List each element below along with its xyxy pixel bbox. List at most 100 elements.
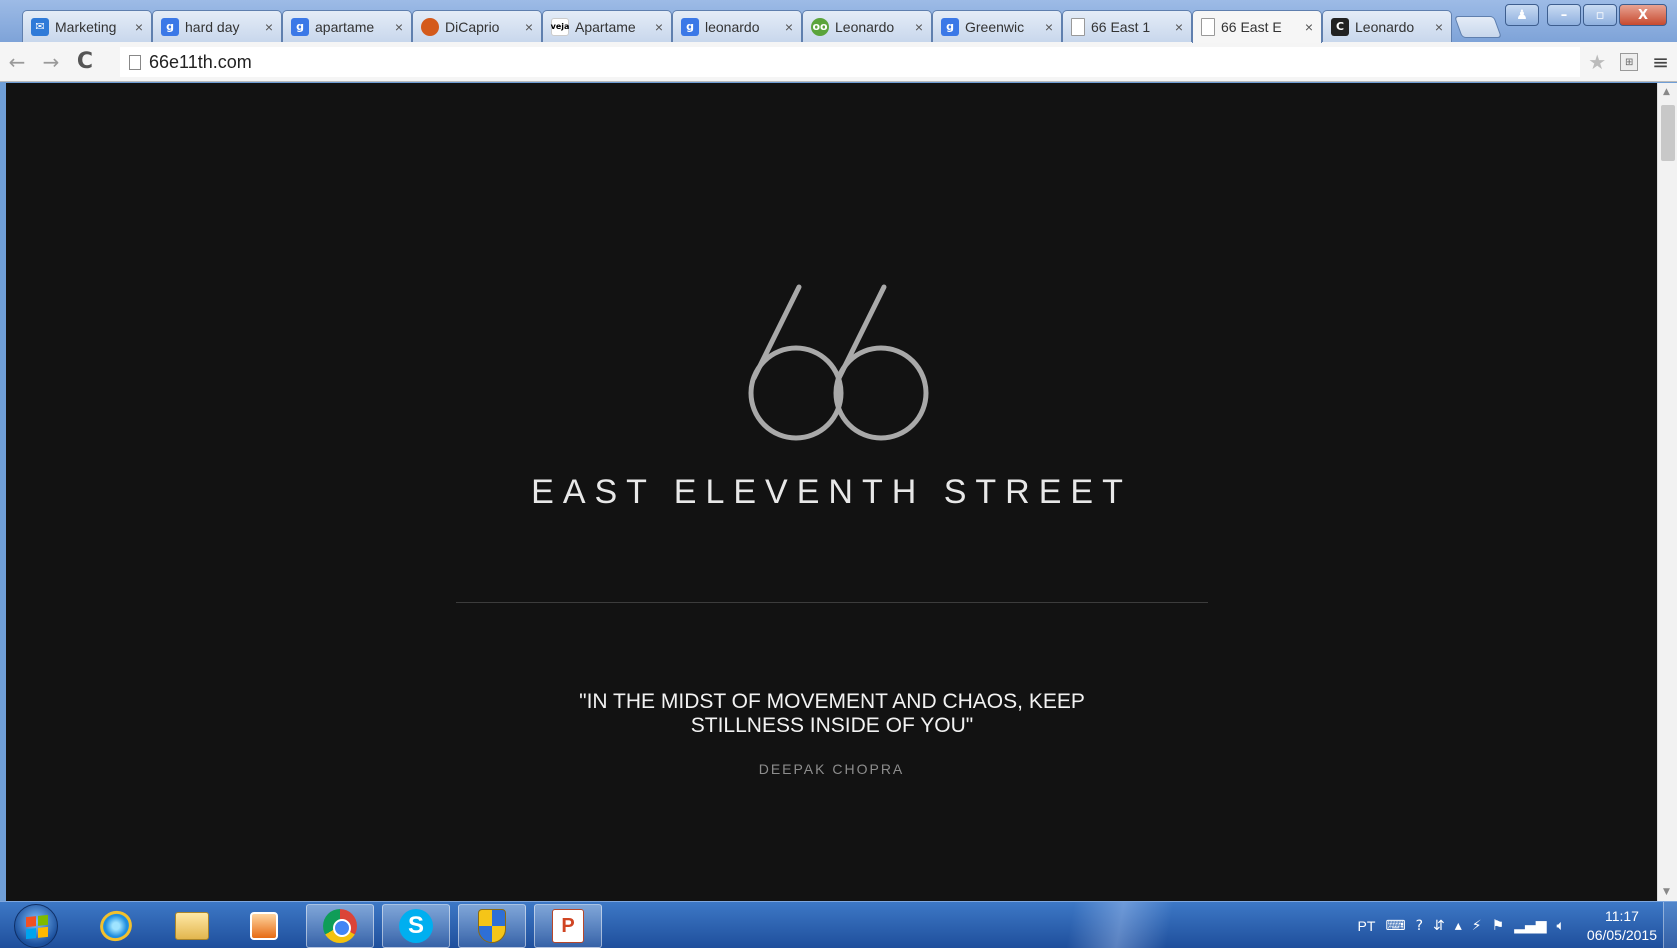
tab-title: Leonardo	[1355, 18, 1415, 35]
vertical-scrollbar[interactable]: ▲ ▼	[1657, 83, 1677, 901]
windows-logo-icon	[26, 914, 48, 940]
maximize-button[interactable]: ▫	[1583, 4, 1617, 26]
google-icon: g	[291, 17, 309, 36]
minimize-button[interactable]: –	[1547, 4, 1581, 26]
tab-leonardo-curbed[interactable]: C Leonardo ×	[1322, 10, 1452, 42]
user-profile-button[interactable]: ♟	[1505, 4, 1539, 26]
user-icon: ♟	[1516, 7, 1528, 23]
taskbar-skype[interactable]: S	[382, 904, 450, 948]
toolbar-actions: ★ ⊞ ≡	[1588, 50, 1669, 74]
clock-time: 11:17	[1604, 907, 1639, 924]
veja-icon: veja	[551, 17, 569, 36]
windows-taskbar: S P PT ⌨ ? ⇵ ▴ ⚡ ⚑ ▂▄▆ 🔈︎ 11:17 06/05/20…	[0, 901, 1677, 948]
tab-strip: ✉ Marketing × g hard day × g apartame × …	[22, 10, 1503, 43]
quote: "IN THE MIDST OF MOVEMENT AND CHAOS, KEE…	[506, 690, 1158, 738]
tab-close-button[interactable]: ×	[915, 19, 923, 35]
url-text[interactable]: 66e11th.com	[149, 52, 252, 73]
tab-title: hard day	[185, 18, 240, 35]
show-desktop-button[interactable]	[1663, 902, 1677, 948]
tab-title: 66 East E	[1221, 19, 1282, 35]
tab-close-button[interactable]: ×	[525, 19, 533, 35]
power-icon[interactable]: ⚡	[1472, 918, 1482, 934]
scroll-down-arrow-icon[interactable]: ▼	[1663, 887, 1670, 897]
taskbar-powerpoint[interactable]: P	[534, 904, 602, 948]
tab-leonardo-search[interactable]: g leonardo ×	[672, 10, 802, 42]
tab-title: Apartame	[575, 18, 636, 35]
signal-icon[interactable]: ▂▄▆	[1514, 918, 1546, 934]
tab-veja-apartame[interactable]: veja Apartame ×	[542, 10, 672, 42]
bookmark-star-icon[interactable]: ★	[1588, 50, 1606, 74]
tab-close-button[interactable]: ×	[265, 19, 273, 35]
language-indicator[interactable]: PT	[1357, 918, 1375, 934]
tab-greenwich[interactable]: g Greenwic ×	[932, 10, 1062, 42]
clock-date: 06/05/2015	[1586, 926, 1657, 943]
taskbar-internet-explorer[interactable]	[82, 904, 150, 948]
tab-close-button[interactable]: ×	[785, 19, 793, 35]
forward-button[interactable]: →	[34, 47, 68, 77]
google-icon: g	[941, 17, 959, 36]
quote-author: DEEPAK CHOPRA	[758, 761, 905, 777]
tab-close-button[interactable]: ×	[1435, 19, 1443, 35]
owl-icon: oo	[811, 17, 829, 36]
tab-close-button[interactable]: ×	[1045, 19, 1053, 35]
page-viewport: EAST ELEVENTH STREET "IN THE MIDST OF MO…	[6, 83, 1657, 901]
taskbar-file-explorer[interactable]	[158, 904, 226, 948]
divider	[456, 602, 1208, 603]
tab-title: 66 East 1	[1091, 18, 1151, 35]
tab-title: DiCaprio	[445, 18, 500, 35]
volume-icon[interactable]: 🔈︎	[1557, 918, 1565, 934]
chrome-menu-icon[interactable]: ≡	[1652, 50, 1669, 74]
keyboard-icon[interactable]: ⌨	[1385, 918, 1405, 934]
tab-marketing[interactable]: ✉ Marketing ×	[22, 10, 152, 42]
address-bar[interactable]: 66e11th.com	[120, 47, 1580, 77]
tab-hard-day[interactable]: g hard day ×	[152, 10, 282, 42]
dicaprio-site-icon	[421, 17, 439, 36]
page-icon	[1201, 18, 1215, 36]
clock[interactable]: 11:17 06/05/2015	[1587, 907, 1657, 945]
google-icon: g	[681, 17, 699, 36]
new-tab-button[interactable]	[1453, 16, 1503, 38]
tab-apartame[interactable]: g apartame ×	[282, 10, 412, 42]
skype-icon: S	[399, 909, 433, 943]
close-window-button[interactable]: X	[1619, 4, 1667, 26]
window-controls: ♟ – ▫ X	[1505, 4, 1667, 26]
translate-extension-icon[interactable]: ⊞	[1620, 53, 1639, 71]
action-center-flag-icon[interactable]: ⚑	[1492, 918, 1505, 934]
quote-line-1: "IN THE MIDST OF MOVEMENT AND CHAOS, KEE…	[579, 690, 1085, 713]
internet-explorer-icon	[95, 906, 137, 946]
tab-66-east-eleventh-active[interactable]: 66 East E ×	[1192, 10, 1322, 43]
back-button[interactable]: ←	[0, 47, 34, 77]
tab-close-button[interactable]: ×	[655, 19, 663, 35]
taskbar-security[interactable]	[458, 904, 526, 948]
help-icon[interactable]: ?	[1416, 918, 1423, 934]
scroll-thumb[interactable]	[1661, 105, 1675, 161]
shield-icon	[478, 909, 506, 943]
scroll-up-arrow-icon[interactable]: ▲	[1663, 87, 1670, 97]
logo-six-right-stem	[836, 284, 887, 381]
reload-button[interactable]: C	[68, 47, 102, 77]
start-button[interactable]	[14, 904, 58, 948]
tab-leonardo-owl[interactable]: oo Leonardo ×	[802, 10, 932, 42]
media-player-icon	[250, 912, 278, 940]
tab-66-east-11[interactable]: 66 East 1 ×	[1062, 10, 1192, 42]
show-hidden-icons-icon[interactable]: ▴	[1455, 918, 1462, 934]
mail-icon: ✉	[31, 17, 49, 36]
tab-title: leonardo	[705, 18, 760, 35]
curbed-icon: C	[1331, 17, 1349, 36]
folder-icon	[175, 912, 209, 940]
taskbar-chrome[interactable]	[306, 904, 374, 948]
quote-line-2: STILLNESS INSIDE OF YOU"	[690, 714, 974, 737]
system-tray: PT ⌨ ? ⇵ ▴ ⚡ ⚑ ▂▄▆ 🔈︎ 11:17 06/05/2015	[1357, 902, 1657, 948]
tab-close-button[interactable]: ×	[135, 19, 143, 35]
tab-close-button[interactable]: ×	[1175, 19, 1183, 35]
chrome-icon	[323, 909, 357, 943]
network-adapter-icon[interactable]: ⇵	[1433, 918, 1445, 934]
taskbar-media-player[interactable]	[230, 904, 298, 948]
browser-toolbar: ← → C 66e11th.com ★ ⊞ ≡	[0, 42, 1677, 82]
tab-close-button[interactable]: ×	[395, 19, 403, 35]
tab-title: Greenwic	[965, 18, 1025, 35]
logo-six-left-stem	[751, 284, 802, 381]
page-icon	[1071, 17, 1085, 36]
tab-close-button[interactable]: ×	[1305, 19, 1313, 35]
tab-dicaprio[interactable]: DiCaprio ×	[412, 10, 542, 42]
